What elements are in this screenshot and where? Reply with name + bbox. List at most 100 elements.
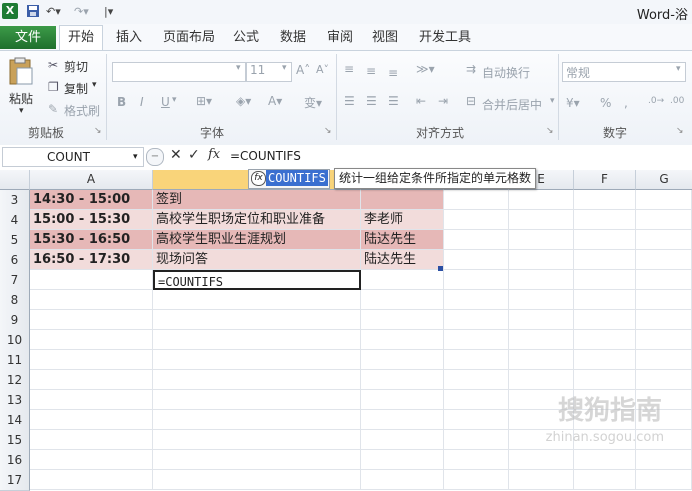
cell-d-6[interactable]: [444, 250, 509, 270]
cell-g-17[interactable]: [636, 470, 692, 490]
cell-b-8[interactable]: [153, 290, 361, 310]
cell-e-3[interactable]: [509, 190, 574, 210]
cell-d-14[interactable]: [444, 410, 509, 430]
cell-d-17[interactable]: [444, 470, 509, 490]
tab-view[interactable]: 视图: [364, 26, 406, 49]
phonetic-icon[interactable]: 变▾: [304, 94, 322, 111]
cell-a-5[interactable]: 15:30 - 16:50: [30, 230, 153, 250]
cell-b-3[interactable]: 签到: [153, 190, 361, 210]
cell-f-5[interactable]: [574, 230, 636, 250]
cell-b-10[interactable]: [153, 330, 361, 350]
cell-e-17[interactable]: [509, 470, 574, 490]
cell-b-13[interactable]: [153, 390, 361, 410]
customize-icon[interactable]: |▾: [104, 4, 113, 20]
tab-file[interactable]: 文件: [0, 26, 56, 49]
cell-c-9[interactable]: [361, 310, 444, 330]
row-header[interactable]: 14: [0, 410, 30, 431]
cell-g-4[interactable]: [636, 210, 692, 230]
cell-f-9[interactable]: [574, 310, 636, 330]
underline-button[interactable]: U: [161, 95, 170, 109]
copy-icon[interactable]: ❐: [48, 80, 59, 94]
align-middle-icon[interactable]: ≡: [366, 64, 376, 78]
cell-a-3[interactable]: 14:30 - 15:00: [30, 190, 153, 210]
currency-icon[interactable]: ¥▾: [566, 96, 580, 110]
number-launcher-icon[interactable]: ↘: [676, 126, 684, 136]
cell-a-15[interactable]: [30, 430, 153, 450]
cell-d-4[interactable]: [444, 210, 509, 230]
cell-c-10[interactable]: [361, 330, 444, 350]
formula-input[interactable]: =COUNTIFS: [230, 147, 690, 165]
excel-icon[interactable]: X: [2, 3, 18, 19]
cell-c-7[interactable]: [361, 270, 444, 290]
copy-dropdown-icon[interactable]: ▾: [92, 80, 97, 90]
row-header[interactable]: 12: [0, 370, 30, 391]
grow-font-icon[interactable]: A˄: [296, 63, 310, 77]
cell-g-5[interactable]: [636, 230, 692, 250]
cell-g-16[interactable]: [636, 450, 692, 470]
cell-a-10[interactable]: [30, 330, 153, 350]
cell-a-14[interactable]: [30, 410, 153, 430]
cell-d-7[interactable]: [444, 270, 509, 290]
cell-b-9[interactable]: [153, 310, 361, 330]
cell-a-16[interactable]: [30, 450, 153, 470]
cell-d-11[interactable]: [444, 350, 509, 370]
tab-data[interactable]: 数据: [272, 26, 314, 49]
tab-formulas[interactable]: 公式: [225, 26, 267, 49]
cell-f-17[interactable]: [574, 470, 636, 490]
cell-e-6[interactable]: [509, 250, 574, 270]
active-cell-b7[interactable]: =COUNTIFS: [153, 270, 361, 290]
orientation-icon[interactable]: ≫▾: [416, 62, 435, 76]
cut-icon[interactable]: ✂: [48, 58, 58, 72]
italic-button[interactable]: I: [140, 95, 144, 109]
row-header[interactable]: 4: [0, 210, 30, 231]
row-header[interactable]: 16: [0, 450, 30, 471]
row-header[interactable]: 11: [0, 350, 30, 371]
column-header-g[interactable]: G: [636, 170, 692, 190]
tab-insert[interactable]: 插入: [108, 26, 150, 49]
cell-b-17[interactable]: [153, 470, 361, 490]
wrap-text-icon[interactable]: ⇉: [466, 62, 476, 76]
cell-c-8[interactable]: [361, 290, 444, 310]
fill-color-icon[interactable]: ◈▾: [236, 94, 251, 108]
align-bottom-icon[interactable]: ≡: [388, 66, 398, 80]
cell-g-12[interactable]: [636, 370, 692, 390]
paste-button[interactable]: 粘贴: [9, 90, 33, 107]
tab-home[interactable]: 开始: [59, 25, 104, 51]
column-header-a[interactable]: A: [30, 170, 153, 190]
cell-g-7[interactable]: [636, 270, 692, 290]
cell-g-3[interactable]: [636, 190, 692, 210]
cell-e-9[interactable]: [509, 310, 574, 330]
underline-dropdown-icon[interactable]: ▾: [172, 95, 177, 105]
align-center-icon[interactable]: ☰: [366, 94, 377, 108]
decrease-decimal-icon[interactable]: .00: [670, 96, 684, 106]
function-suggestion[interactable]: COUNTIFS: [266, 170, 328, 186]
shrink-font-icon[interactable]: A˅: [316, 63, 329, 76]
border-icon[interactable]: ⊞▾: [196, 94, 212, 108]
cell-b-11[interactable]: [153, 350, 361, 370]
insert-function-button[interactable]: fx: [208, 147, 220, 162]
cell-a-7[interactable]: [30, 270, 153, 290]
cell-g-10[interactable]: [636, 330, 692, 350]
cell-c-4[interactable]: 李老师: [361, 210, 444, 230]
undo-icon[interactable]: ↶▾: [46, 4, 61, 20]
format-painter-icon[interactable]: ✎: [48, 102, 58, 116]
cell-e-5[interactable]: [509, 230, 574, 250]
select-all-corner[interactable]: [0, 170, 30, 190]
row-header[interactable]: 8: [0, 290, 30, 311]
cell-b-6[interactable]: 现场问答: [153, 250, 361, 270]
row-header[interactable]: 3: [0, 190, 30, 211]
cell-c-13[interactable]: [361, 390, 444, 410]
cell-c-11[interactable]: [361, 350, 444, 370]
row-header[interactable]: 15: [0, 430, 30, 451]
cell-a-12[interactable]: [30, 370, 153, 390]
comma-icon[interactable]: ,: [624, 96, 628, 110]
cell-b-4[interactable]: 高校学生职场定位和职业准备: [153, 210, 361, 230]
cell-e-4[interactable]: [509, 210, 574, 230]
cell-b-5[interactable]: 高校学生职业生涯规划: [153, 230, 361, 250]
cell-c-15[interactable]: [361, 430, 444, 450]
alignment-launcher-icon[interactable]: ↘: [546, 126, 554, 136]
paste-icon[interactable]: [8, 56, 34, 89]
cancel-formula-icon[interactable]: ✕: [170, 147, 182, 163]
cell-e-10[interactable]: [509, 330, 574, 350]
cell-c-5[interactable]: 陆达先生: [361, 230, 444, 250]
